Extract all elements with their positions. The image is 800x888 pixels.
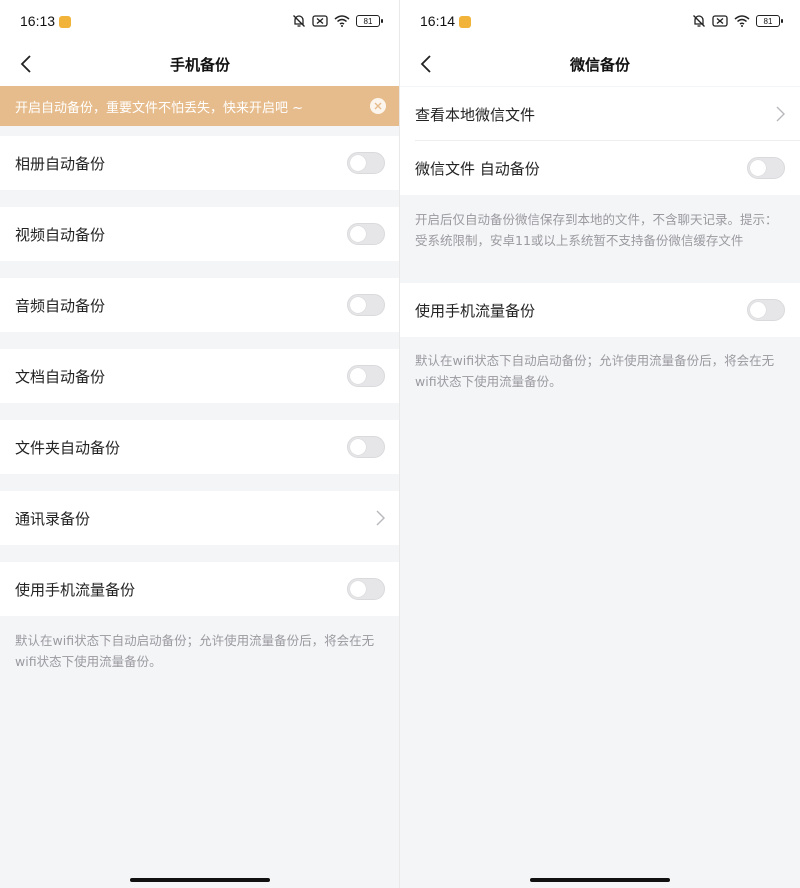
- row-mobile-data-backup[interactable]: 使用手机流量备份: [0, 562, 399, 616]
- nav-bar: 手机备份: [0, 42, 399, 86]
- row-document-backup[interactable]: 文档自动备份: [0, 349, 399, 403]
- row-label: 使用手机流量备份: [415, 301, 536, 320]
- row-label: 通讯录备份: [15, 509, 91, 528]
- mobile-data-note: 默认在wifi状态下自动启动备份；允许使用流量备份后，将会在无wifi状态下使用…: [415, 353, 775, 389]
- toggle-knob: [350, 155, 366, 171]
- toggle-knob: [750, 160, 766, 176]
- toggle-knob: [750, 302, 766, 318]
- phone-backup-screen: 16:13 81 手机备份 开启自动备份，重要文件不怕丢失，快来开启吧 ~ 相册…: [0, 0, 400, 888]
- wechat-backup-screen: 16:14 81 微信备份 查看本地微信文件 微信文件 自动备份 开启后仅自动备…: [400, 0, 800, 888]
- back-arrow-icon: [20, 55, 31, 73]
- status-icons: 81: [292, 14, 383, 28]
- app-notification-icon: [59, 16, 72, 28]
- banner-close-button[interactable]: [370, 98, 386, 114]
- sim-off-icon: [312, 15, 328, 27]
- banner-text: 开启自动备份，重要文件不怕丢失，快来开启吧 ~: [15, 100, 304, 116]
- mobile-data-backup-toggle[interactable]: [347, 578, 385, 600]
- status-icons: 81: [692, 14, 783, 28]
- row-label: 微信文件 自动备份: [415, 159, 540, 178]
- row-label: 文档自动备份: [15, 367, 106, 386]
- row-mobile-data-backup[interactable]: 使用手机流量备份: [400, 283, 800, 337]
- chevron-right-icon: [376, 510, 385, 526]
- mute-bell-icon: [693, 15, 705, 27]
- page-title: 手机备份: [169, 55, 230, 74]
- video-backup-toggle[interactable]: [347, 223, 385, 245]
- status-time: 16:14: [420, 13, 456, 29]
- row-folder-backup[interactable]: 文件夹自动备份: [0, 420, 399, 474]
- row-view-local-wechat-files[interactable]: 查看本地微信文件: [400, 87, 800, 141]
- row-contacts-backup[interactable]: 通讯录备份: [0, 491, 399, 545]
- battery-level: 81: [763, 16, 773, 26]
- row-label: 文件夹自动备份: [15, 438, 121, 457]
- battery-icon: 81: [356, 15, 383, 27]
- nav-bar: 微信备份: [400, 42, 800, 86]
- page-title: 微信备份: [569, 55, 630, 74]
- folder-backup-toggle[interactable]: [347, 436, 385, 458]
- chevron-right-icon: [776, 106, 785, 122]
- album-backup-toggle[interactable]: [347, 152, 385, 174]
- status-bar: 16:14 81: [400, 0, 800, 42]
- status-bar: 16:13 81: [0, 0, 399, 42]
- status-time: 16:13: [20, 13, 56, 29]
- row-video-backup[interactable]: 视频自动备份: [0, 207, 399, 261]
- stage: 16:13 81 手机备份 开启自动备份，重要文件不怕丢失，快来开启吧 ~ 相册…: [0, 0, 800, 888]
- sim-off-icon: [712, 15, 728, 27]
- toggle-knob: [350, 226, 366, 242]
- row-album-backup[interactable]: 相册自动备份: [0, 136, 399, 190]
- auto-backup-banner[interactable]: 开启自动备份，重要文件不怕丢失，快来开启吧 ~: [0, 86, 399, 126]
- row-label: 使用手机流量备份: [15, 580, 136, 599]
- mobile-data-backup-toggle[interactable]: [747, 299, 785, 321]
- document-backup-toggle[interactable]: [347, 365, 385, 387]
- wifi-icon: [734, 15, 750, 27]
- back-button[interactable]: [12, 50, 40, 78]
- row-audio-backup[interactable]: 音频自动备份: [0, 278, 399, 332]
- audio-backup-toggle[interactable]: [347, 294, 385, 316]
- wechat-auto-backup-toggle[interactable]: [747, 157, 785, 179]
- app-notification-icon: [459, 16, 472, 28]
- toggle-knob: [350, 581, 366, 597]
- wifi-icon: [334, 15, 350, 27]
- toggle-knob: [350, 368, 366, 384]
- row-label: 音频自动备份: [15, 296, 106, 315]
- battery-icon: 81: [756, 15, 783, 27]
- toggle-knob: [350, 297, 366, 313]
- row-label: 视频自动备份: [15, 225, 106, 244]
- back-arrow-icon: [420, 55, 431, 73]
- row-label: 查看本地微信文件: [415, 105, 536, 124]
- battery-level: 81: [363, 16, 373, 26]
- row-label: 相册自动备份: [15, 154, 106, 173]
- home-indicator[interactable]: [130, 878, 270, 882]
- mobile-data-note: 默认在wifi状态下自动启动备份；允许使用流量备份后，将会在无wifi状态下使用…: [15, 633, 375, 669]
- wechat-backup-note: 开启后仅自动备份微信保存到本地的文件，不含聊天记录。提示：受系统限制，安卓11或…: [415, 212, 778, 248]
- back-button[interactable]: [412, 50, 440, 78]
- close-icon: [374, 102, 382, 110]
- row-wechat-auto-backup[interactable]: 微信文件 自动备份: [400, 141, 800, 195]
- mute-bell-icon: [293, 15, 305, 27]
- home-indicator[interactable]: [530, 878, 670, 882]
- toggle-knob: [350, 439, 366, 455]
